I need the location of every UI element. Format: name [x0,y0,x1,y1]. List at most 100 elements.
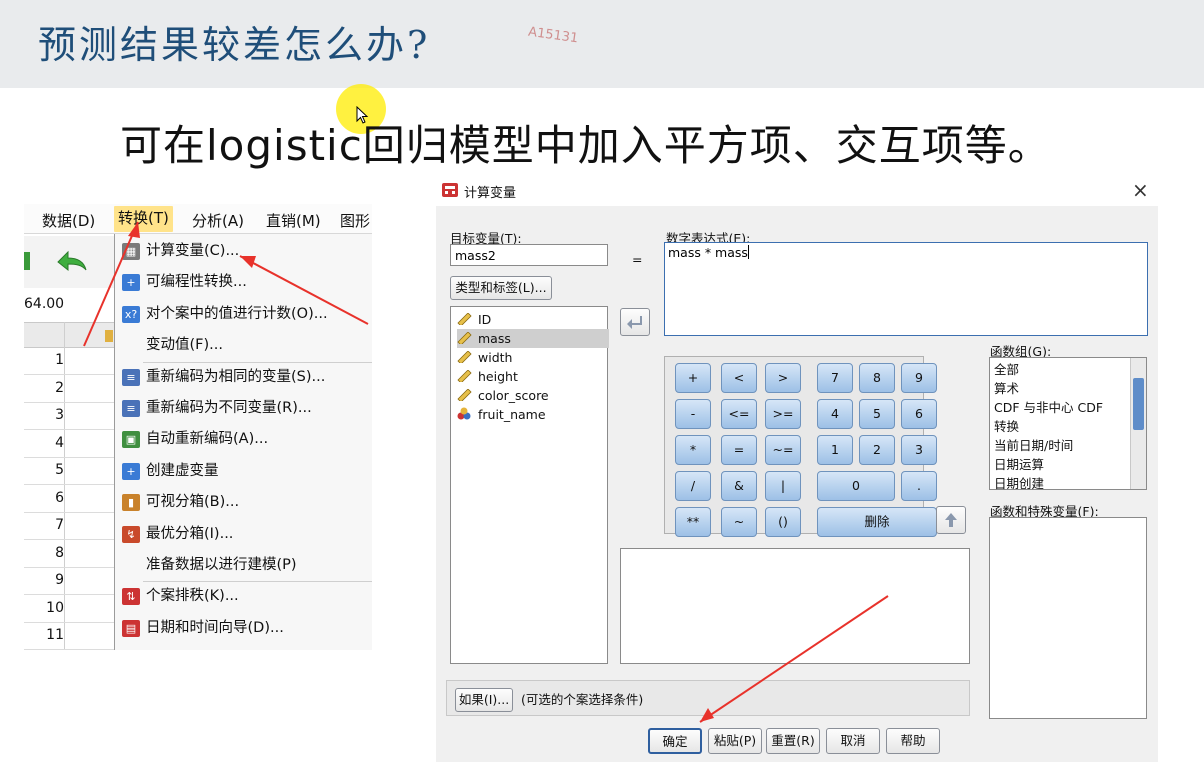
variable-item[interactable]: ID [457,310,609,329]
function-group-item[interactable]: 日期运算 [994,455,1044,474]
menu-item-9[interactable]: ↯ 最优分箱(I)... [115,519,372,550]
menu-data[interactable]: 数据(D) [42,210,95,231]
functions-list[interactable] [989,517,1147,719]
keypad-digit-button[interactable]: 1 [817,435,853,465]
ruler-icon [105,330,113,342]
function-group-item[interactable]: CDF 与非中心 CDF [994,398,1103,417]
keypad-op-button[interactable]: + [675,363,711,393]
keypad-digit-button[interactable]: 3 [901,435,937,465]
keypad-op-button[interactable]: - [675,399,711,429]
keypad-op-button[interactable]: <= [721,399,757,429]
auto-recode-icon: ▣ [122,431,140,449]
keypad-op-button[interactable]: | [765,471,801,501]
keypad-op-button[interactable]: ** [675,507,711,537]
function-group-item[interactable]: 全部 [994,360,1019,379]
menu-item-label: 重新编码为不同变量(R)... [146,400,312,416]
row-number[interactable]: 2 [24,380,64,396]
function-group-scrollbar[interactable] [1130,358,1146,489]
function-group-item[interactable]: 日期创建 [994,474,1044,493]
if-button[interactable]: 如果(I)... [455,688,513,712]
variable-item[interactable]: mass [457,329,609,348]
close-icon[interactable]: × [1132,178,1149,202]
target-variable-input[interactable]: mass2 [450,244,608,266]
function-group-item[interactable]: 转换 [994,417,1019,436]
row-number[interactable]: 4 [24,435,64,451]
ok-button[interactable]: 确定 [648,728,702,754]
keypad-op-button[interactable]: > [765,363,801,393]
menu-item-label: 计算变量(C)... [146,243,240,259]
row-number[interactable]: 3 [24,407,64,423]
row-number[interactable]: 11 [24,627,64,643]
keypad-digit-button[interactable]: 2 [859,435,895,465]
keypad-op-button[interactable]: = [721,435,757,465]
menu-item-10[interactable]: 准备数据以进行建模(P) [115,550,372,581]
menu-graphs[interactable]: 图形 [340,210,370,231]
variable-list[interactable]: ID mass width height color_score fruit_name [450,306,609,664]
menu-item-0[interactable]: ▦ 计算变量(C)... [115,236,372,267]
keypad-digit-button[interactable]: 6 [901,399,937,429]
row-number[interactable]: 8 [24,545,64,561]
row-number[interactable]: 7 [24,517,64,533]
variable-item[interactable]: width [457,348,609,367]
keypad-digit-button[interactable]: 0 [817,471,895,501]
keypad-digit-button[interactable]: 5 [859,399,895,429]
keypad-op-button[interactable]: ~ [721,507,757,537]
numeric-expression-input[interactable]: mass * mass [664,242,1148,336]
row-number[interactable]: 1 [24,352,64,368]
keypad-delete-button[interactable]: 删除 [817,507,937,537]
move-function-up-button[interactable] [936,506,966,534]
menu-item-2[interactable]: x? 对个案中的值进行计数(O)... [115,299,372,330]
row-number[interactable]: 5 [24,462,64,478]
keypad-digit-button[interactable]: 4 [817,399,853,429]
variable-name: mass [478,331,511,346]
transform-menu-dropdown: ▦ 计算变量(C)... + 可编程性转换... x? 对个案中的值进行计数(O)... 变… [114,234,372,650]
menu-item-7[interactable]: + 创建虚变量 [115,456,372,487]
keypad-op-button[interactable]: >= [765,399,801,429]
calendar-icon: ▤ [122,619,140,637]
keypad-digit-button[interactable]: 8 [859,363,895,393]
menu-item-4[interactable]: ≡ 重新编码为相同的变量(S)... [115,362,372,393]
cancel-button[interactable]: 取消 [826,728,880,754]
keypad-op-button[interactable]: * [675,435,711,465]
row-number[interactable]: 9 [24,572,64,588]
keypad-op-button[interactable]: / [675,471,711,501]
menu-item-8[interactable]: ▮ 可视分箱(B)... [115,487,372,518]
move-to-expression-button[interactable] [620,308,650,336]
variable-item[interactable]: height [457,367,609,386]
keypad-op-button[interactable]: () [765,507,801,537]
help-button[interactable]: 帮助 [886,728,940,754]
keypad-op-button[interactable]: & [721,471,757,501]
row-numbers: 1 2 3 4 5 6 7 8 9 10 11 [24,348,114,650]
menu-direct-marketing[interactable]: 直销(M) [266,210,321,231]
keypad-digit-button[interactable]: 9 [901,363,937,393]
arrow-left-icon [627,316,642,329]
keypad-digit-button[interactable]: 7 [817,363,853,393]
variable-item[interactable]: color_score [457,386,609,405]
menu-item-3[interactable]: 变动值(F)... [115,330,372,361]
menu-item-label: 可视分箱(B)... [146,494,240,511]
menu-item-5[interactable]: ≡ 重新编码为不同变量(R)... [115,393,372,424]
menu-item-6[interactable]: ▣ 自动重新编码(A)... [115,424,372,455]
function-group-item[interactable]: 算术 [994,379,1019,398]
paste-button[interactable]: 粘贴(P) [708,728,762,754]
keypad-op-button[interactable]: < [721,363,757,393]
count-icon: x? [122,305,140,323]
function-group-item[interactable]: 当前日期/时间 [994,436,1073,455]
menu-item-1[interactable]: + 可编程性转换... [115,267,372,298]
toolbar-icon[interactable] [24,250,34,272]
row-number[interactable]: 10 [24,600,64,616]
row-number[interactable]: 6 [24,490,64,506]
mouse-pointer-icon [356,106,369,124]
menu-item-12[interactable]: ▤ 日期和时间向导(D)... [115,613,372,644]
reset-button[interactable]: 重置(R) [766,728,820,754]
keypad-op-button[interactable]: ~= [765,435,801,465]
function-group-list[interactable]: 全部 算术 CDF 与非中心 CDF 转换 当前日期/时间 日期运算 日期创建 [989,357,1147,493]
menu-analyze[interactable]: 分析(A) [192,210,244,231]
menu-item-11[interactable]: ⇅ 个案排秩(K)... [115,581,372,612]
type-and-label-button[interactable]: 类型和标签(L)... [450,276,552,300]
scrollbar-thumb[interactable] [1133,378,1144,430]
undo-icon[interactable] [54,248,88,274]
keypad-decimal-button[interactable]: . [901,471,937,501]
menu-transform[interactable]: 转换(T) [114,206,173,232]
variable-item[interactable]: fruit_name [457,405,609,424]
